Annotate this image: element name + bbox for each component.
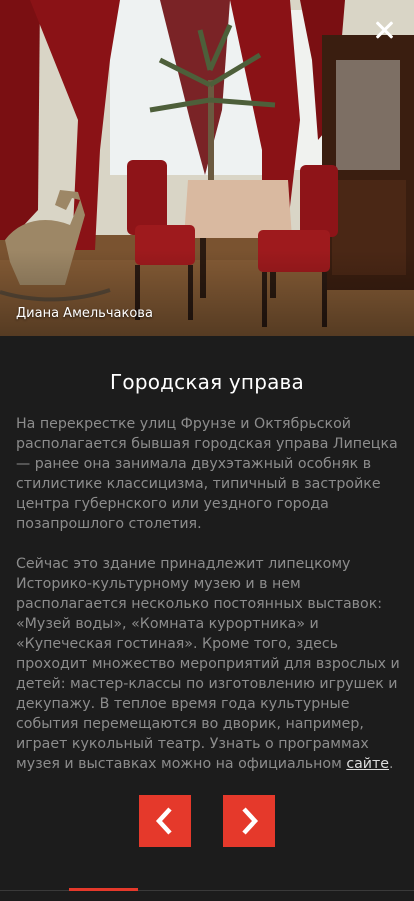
- paragraph-1: На перекрестке улиц Фрунзе и Октябрьской…: [16, 416, 398, 532]
- article-body: На перекрестке улиц Фрунзе и Октябрьской…: [16, 414, 400, 794]
- article-title: Городская управа: [109, 370, 305, 394]
- photo-credit: Диана Амельчакова: [16, 306, 153, 321]
- close-icon[interactable]: [372, 18, 396, 42]
- chevron-left-icon: [155, 807, 172, 835]
- museum-room-photo: [0, 0, 414, 336]
- website-link[interactable]: сайте: [346, 756, 389, 772]
- chevron-right-icon: [242, 807, 259, 835]
- active-indicator: [69, 888, 138, 891]
- bottom-divider: [0, 890, 414, 891]
- paragraph-2-end: .: [389, 756, 394, 772]
- next-button[interactable]: [223, 795, 275, 847]
- paragraph-2: Сейчас это здание принадлежит липецкому …: [16, 554, 400, 774]
- hero-photo: Диана Амельчакова: [0, 0, 414, 336]
- paragraph-2-text: Сейчас это здание принадлежит липецкому …: [16, 556, 400, 772]
- prev-button[interactable]: [139, 795, 191, 847]
